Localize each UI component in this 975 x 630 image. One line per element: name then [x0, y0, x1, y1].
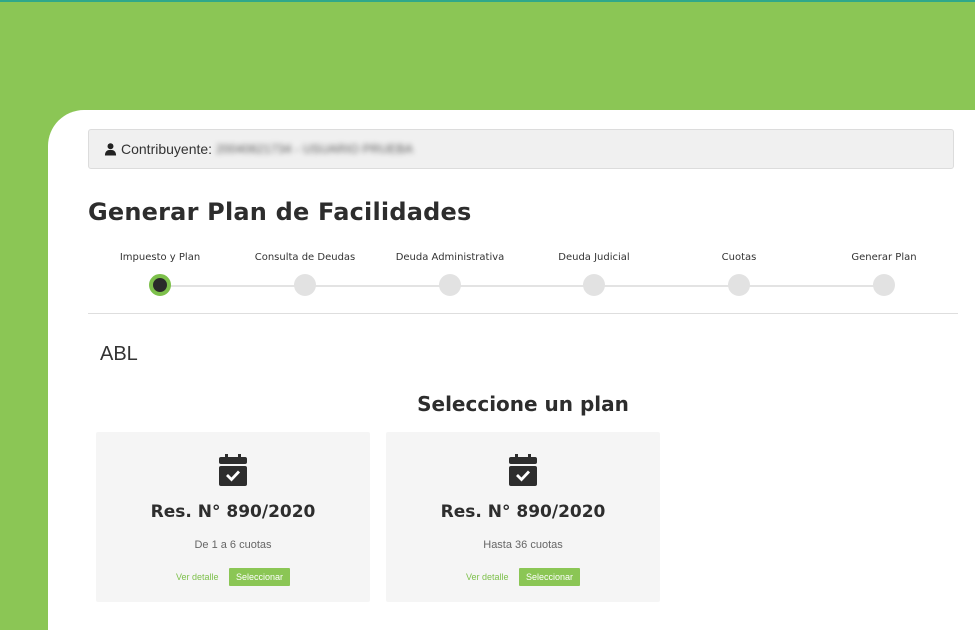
- step-generar-plan[interactable]: Generar Plan: [819, 250, 949, 296]
- step-dot: [583, 274, 605, 296]
- user-icon: [104, 143, 117, 156]
- step-label: Deuda Administrativa: [395, 252, 505, 263]
- calendar-check-icon: [219, 454, 247, 486]
- step-dot: [294, 274, 316, 296]
- step-deuda-judicial[interactable]: Deuda Judicial: [529, 250, 659, 296]
- plan-actions: Ver detalle Seleccionar: [386, 568, 660, 586]
- calendar-check-icon: [509, 454, 537, 486]
- step-label: Consulta de Deudas: [254, 252, 356, 263]
- select-plan-button[interactable]: Seleccionar: [229, 568, 291, 586]
- plan-description: De 1 a 6 cuotas: [194, 539, 272, 551]
- step-dot: [439, 274, 461, 296]
- plan-title: Res. N° 890/2020: [440, 502, 606, 522]
- step-label: Cuotas: [721, 252, 757, 263]
- taxpayer-bar: Contribuyente: 20040621734 - USUARIO PRU…: [88, 129, 954, 169]
- view-detail-link[interactable]: Ver detalle: [176, 572, 219, 582]
- main-card: Contribuyente: 20040621734 - USUARIO PRU…: [48, 110, 975, 630]
- plan-title: Res. N° 890/2020: [150, 502, 316, 522]
- step-deuda-administrativa[interactable]: Deuda Administrativa: [385, 250, 515, 296]
- taxpayer-value: 20040621734 - USUARIO PRUEBA: [216, 142, 414, 156]
- section-divider: [88, 313, 958, 314]
- plan-card: Res. N° 890/2020 De 1 a 6 cuotas Ver det…: [96, 432, 370, 602]
- plan-description: Hasta 36 cuotas: [483, 539, 563, 551]
- plan-heading: Seleccione un plan: [417, 392, 629, 416]
- select-plan-button[interactable]: Seleccionar: [519, 568, 581, 586]
- step-dot-active: [149, 274, 171, 296]
- step-dot: [873, 274, 895, 296]
- plan-card: Res. N° 890/2020 Hasta 36 cuotas Ver det…: [386, 432, 660, 602]
- step-cuotas[interactable]: Cuotas: [674, 250, 804, 296]
- section-name: ABL: [100, 343, 138, 365]
- step-impuesto-y-plan[interactable]: Impuesto y Plan: [95, 250, 225, 296]
- page-title: Generar Plan de Facilidades: [88, 198, 472, 226]
- view-detail-link[interactable]: Ver detalle: [466, 572, 509, 582]
- step-label: Deuda Judicial: [558, 252, 630, 263]
- stepper: Impuesto y Plan Consulta de Deudas Deuda…: [88, 250, 968, 302]
- step-label: Generar Plan: [851, 252, 917, 263]
- plan-actions: Ver detalle Seleccionar: [96, 568, 370, 586]
- top-accent-line: [0, 0, 975, 2]
- taxpayer-label: Contribuyente:: [121, 141, 213, 157]
- step-consulta-de-deudas[interactable]: Consulta de Deudas: [240, 250, 370, 296]
- step-label: Impuesto y Plan: [119, 252, 201, 263]
- step-dot: [728, 274, 750, 296]
